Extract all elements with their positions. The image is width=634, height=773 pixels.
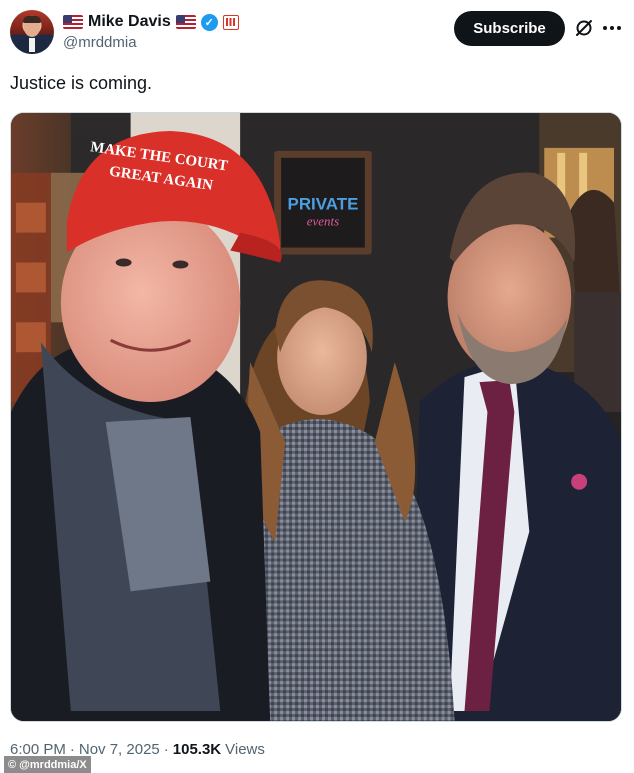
affiliate-badge-icon[interactable] [222,14,239,30]
views-label: Views [225,741,265,758]
us-flag-icon [175,15,196,29]
author-avatar[interactable] [10,10,54,54]
author-handle[interactable]: @mrddmia [63,34,137,51]
tweet-text: Justice is coming. [10,73,153,93]
more-options-icon[interactable] [601,18,623,38]
author-name-row[interactable]: Mike Davis ✓ [63,11,239,33]
meta-separator: · [163,741,169,758]
us-flag-icon [63,15,83,29]
verified-badge-icon[interactable]: ✓ [200,13,218,31]
avatar-hair [23,16,41,23]
tweet-date[interactable]: Nov 7, 2025 [79,741,160,758]
sign-text-private: PRIVATE [288,195,359,214]
image-credit: © @mrddmia/X [4,756,91,773]
views-count: 105.3K [172,741,222,758]
subscribe-button[interactable]: Subscribe [454,11,565,46]
sign-text-events: events [307,214,339,229]
author-display-name[interactable]: Mike Davis [88,13,171,31]
avatar-shirt [29,38,35,52]
photo-illustration: PRIVATE events MAKE THE COURT GREAT AGAI… [11,113,621,721]
grok-icon[interactable] [574,18,594,38]
tweet-photo[interactable]: PRIVATE events MAKE THE COURT GREAT AGAI… [10,112,622,722]
